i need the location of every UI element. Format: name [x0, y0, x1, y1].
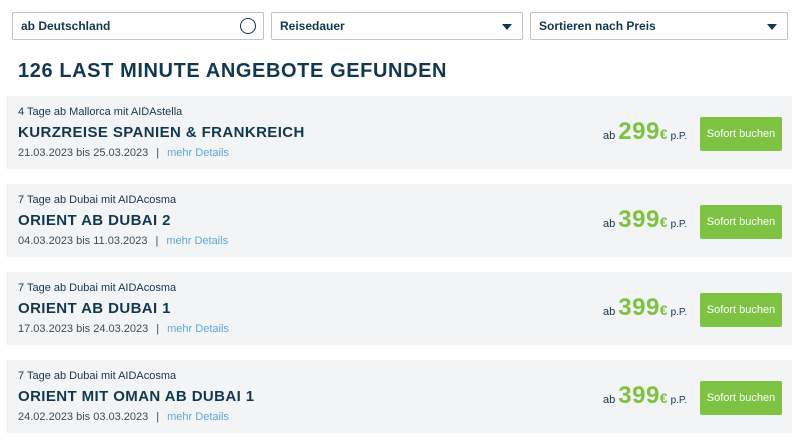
- offer-subtitle: 4 Tage ab Mallorca mit AIDAstella: [18, 106, 183, 118]
- price-amount: 399: [618, 294, 660, 321]
- offer-title: ORIENT AB DUBAI 2: [18, 212, 171, 229]
- price-amount: 299: [618, 118, 660, 145]
- book-now-button[interactable]: Sofort buchen: [700, 381, 782, 415]
- duration-select[interactable]: Reisedauer: [271, 12, 523, 40]
- offer-list: 4 Tage ab Mallorca mit AIDAstella KURZRE…: [6, 96, 792, 442]
- offer-title: ORIENT MIT OMAN AB DUBAI 1: [18, 388, 255, 405]
- separator: |: [155, 235, 159, 247]
- separator: |: [156, 323, 160, 335]
- filter-bar: ab Deutschland Reisedauer Sortieren nach…: [12, 12, 788, 40]
- book-now-button[interactable]: Sofort buchen: [700, 293, 782, 327]
- details-link[interactable]: mehr Details: [167, 147, 229, 159]
- price-per-person: p.P.: [670, 219, 688, 230]
- price-per-person: p.P.: [670, 307, 688, 318]
- details-link[interactable]: mehr Details: [167, 411, 229, 423]
- offer-price: ab 399 € p.P.: [603, 382, 687, 412]
- offer-dates: 24.02.2023 bis 03.03.2023: [18, 411, 149, 423]
- offer-subtitle: 7 Tage ab Dubai mit AIDAcosma: [18, 194, 177, 206]
- price-prefix: ab: [603, 394, 616, 406]
- price-currency: €: [659, 214, 668, 230]
- offer-subtitle: 7 Tage ab Dubai mit AIDAcosma: [18, 282, 177, 294]
- sort-select-label: Sortieren nach Preis: [539, 19, 656, 33]
- offer-dates-line: 21.03.2023 bis 25.03.2023 | mehr Details: [18, 147, 229, 159]
- price-currency: €: [659, 302, 668, 318]
- offer-dates-line: 24.02.2023 bis 03.03.2023 | mehr Details: [18, 411, 229, 423]
- offer-price: ab 399 € p.P.: [603, 294, 687, 324]
- offer-card: 7 Tage ab Dubai mit AIDAcosma ORIENT AB …: [6, 272, 792, 345]
- price-prefix: ab: [603, 130, 616, 142]
- departure-filter-label: ab Deutschland: [21, 19, 111, 33]
- offer-card: 7 Tage ab Dubai mit AIDAcosma ORIENT MIT…: [6, 360, 792, 433]
- offer-dates: 21.03.2023 bis 25.03.2023: [18, 147, 149, 159]
- price-currency: €: [659, 126, 668, 142]
- offer-dates-line: 17.03.2023 bis 24.03.2023 | mehr Details: [18, 323, 229, 335]
- circle-icon: [240, 18, 256, 34]
- chevron-down-icon: [502, 24, 512, 30]
- price-per-person: p.P.: [670, 395, 688, 406]
- offer-dates: 17.03.2023 bis 24.03.2023: [18, 323, 149, 335]
- price-per-person: p.P.: [670, 131, 688, 142]
- price-currency: €: [659, 390, 668, 406]
- price-amount: 399: [618, 382, 660, 409]
- chevron-down-icon: [767, 24, 777, 30]
- departure-filter[interactable]: ab Deutschland: [12, 12, 264, 40]
- price-prefix: ab: [603, 218, 616, 230]
- separator: |: [156, 411, 160, 423]
- offer-subtitle: 7 Tage ab Dubai mit AIDAcosma: [18, 370, 177, 382]
- offer-title: KURZREISE SPANIEN & FRANKREICH: [18, 124, 305, 141]
- offer-card: 4 Tage ab Mallorca mit AIDAstella KURZRE…: [6, 96, 792, 169]
- results-heading: 126 LAST MINUTE ANGEBOTE GEFUNDEN: [18, 60, 448, 82]
- duration-select-label: Reisedauer: [280, 19, 345, 33]
- offer-price: ab 399 € p.P.: [603, 206, 687, 236]
- book-now-button[interactable]: Sofort buchen: [700, 117, 782, 151]
- price-prefix: ab: [603, 306, 616, 318]
- price-amount: 399: [618, 206, 660, 233]
- offer-dates-line: 04.03.2023 bis 11.03.2023 | mehr Details: [18, 235, 228, 247]
- offer-price: ab 299 € p.P.: [603, 118, 687, 148]
- details-link[interactable]: mehr Details: [166, 235, 228, 247]
- offer-card: 7 Tage ab Dubai mit AIDAcosma ORIENT AB …: [6, 184, 792, 257]
- book-now-button[interactable]: Sofort buchen: [700, 205, 782, 239]
- separator: |: [156, 147, 160, 159]
- details-link[interactable]: mehr Details: [167, 323, 229, 335]
- offer-dates: 04.03.2023 bis 11.03.2023: [18, 235, 148, 247]
- sort-select[interactable]: Sortieren nach Preis: [530, 12, 788, 40]
- offer-title: ORIENT AB DUBAI 1: [18, 300, 171, 317]
